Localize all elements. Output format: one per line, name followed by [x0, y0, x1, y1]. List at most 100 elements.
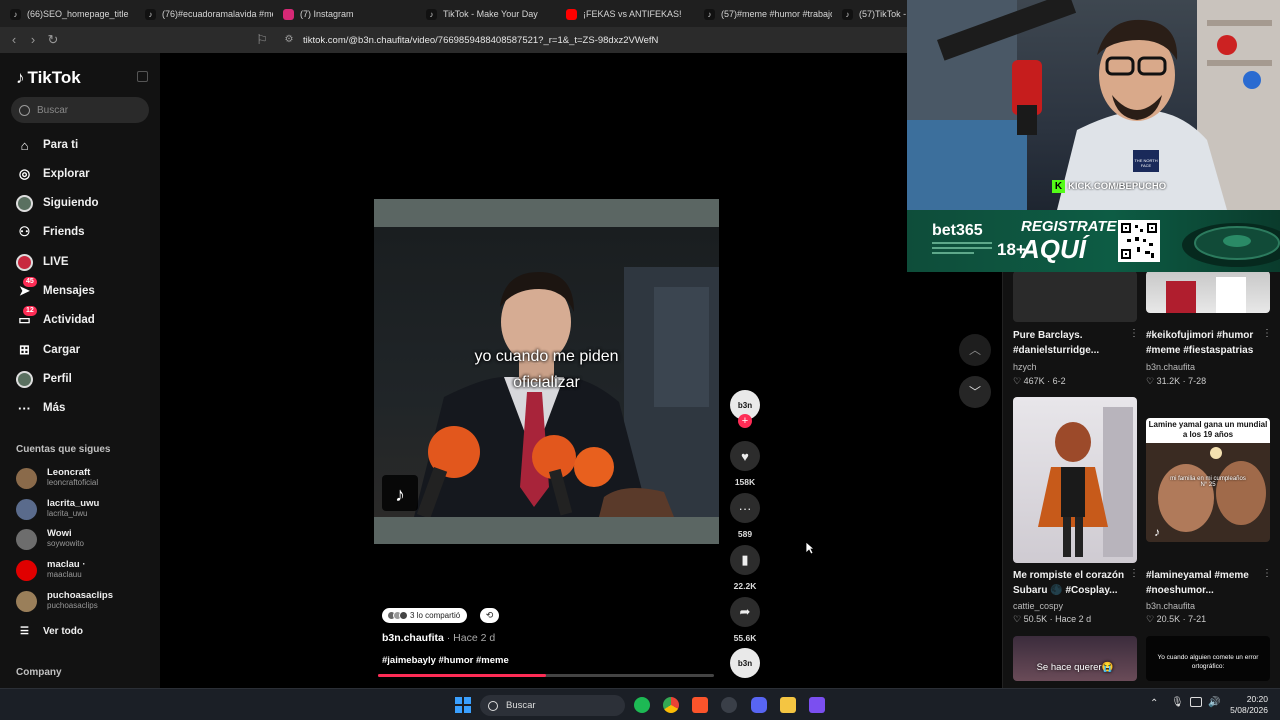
video-thumbnail[interactable]: Lamine yamal gana un mundial a los 19 añ… — [1146, 418, 1270, 542]
card-more-icon[interactable]: ⋮ — [1262, 568, 1272, 579]
account-name: Wowi — [47, 528, 72, 539]
see-all-button[interactable]: ☰ Ver todo — [16, 621, 83, 641]
windows-start-icon[interactable] — [455, 697, 471, 713]
browser-tab[interactable]: ♪ (66)SEO_homepage_title — [10, 4, 140, 24]
browser-tab[interactable]: ♪ TikTok - Make Your Day — [426, 4, 556, 24]
previous-video-chevron-up-icon[interactable]: ︿ — [959, 334, 991, 366]
card-user[interactable]: hzych — [1013, 362, 1037, 372]
tiktok-icon: ♪ — [426, 8, 437, 20]
brave-browser-icon[interactable] — [692, 697, 708, 713]
collapse-sidebar-icon[interactable] — [137, 71, 148, 82]
settings-gear-icon[interactable] — [721, 697, 737, 713]
card-more-icon[interactable]: ⋮ — [1262, 328, 1272, 339]
thumbnail-caption: Yo cuando alguien comete un error ortogr… — [1157, 654, 1259, 670]
share-count: 55.6K — [733, 633, 757, 643]
card-user[interactable]: b3n.chaufita — [1146, 601, 1195, 611]
sidebar-item-siguiendo[interactable]: Siguiendo — [16, 193, 99, 213]
microphone-icon[interactable]: 🎙 — [1171, 697, 1184, 708]
qr-code-icon — [1118, 220, 1160, 262]
account-name: puchoasaclips — [47, 590, 113, 601]
sidebar-item-live[interactable]: LIVE — [16, 252, 69, 272]
company-link[interactable]: Company — [16, 667, 62, 678]
back-icon[interactable]: ‹ — [6, 32, 22, 48]
card-user[interactable]: b3n.chaufita — [1146, 362, 1195, 372]
search-placeholder: Buscar — [37, 104, 69, 116]
chevron-up-icon[interactable]: ⌃ — [1150, 698, 1158, 709]
video-player[interactable]: ♪ yo cuando me piden oficializar — [374, 199, 719, 544]
card-title[interactable]: Me rompiste el corazón Subaru 🌑 #Cosplay… — [1013, 568, 1128, 598]
followed-account[interactable]: maclau · maaclauu — [16, 558, 86, 582]
followed-account[interactable]: lacrita_uwu lacrita_uwu — [16, 497, 99, 521]
save-button[interactable]: ▮ 22.2K — [730, 545, 760, 591]
site-info-icon[interactable]: ⚙ — [281, 32, 297, 48]
kick-url: KICK.COM/BEPUCHO — [1068, 181, 1167, 192]
sidebar-item-m-s[interactable]: ··· Más — [16, 398, 65, 418]
sound-avatar-button[interactable]: b3n — [730, 648, 760, 678]
video-thumbnail[interactable]: Se hace querer😭 — [1013, 636, 1137, 681]
video-thumbnail[interactable] — [1013, 397, 1137, 563]
card-more-icon[interactable]: ⋮ — [1129, 568, 1139, 579]
browser-tab-title: (66)SEO_homepage_title — [27, 9, 129, 19]
search-input[interactable]: Buscar — [11, 97, 149, 123]
volume-icon[interactable]: 🔊 — [1208, 697, 1220, 708]
browser-tab[interactable]: ¡FEKAS vs ANTIFEKAS! — [566, 4, 694, 24]
reload-icon[interactable]: ↻ — [45, 32, 61, 48]
video-thumbnail[interactable] — [1146, 271, 1270, 313]
tiktok-icon: ♪ — [10, 8, 21, 20]
home-icon: ⌂ — [20, 137, 29, 153]
card-user[interactable]: cattie_cospy — [1013, 601, 1063, 611]
spotify-icon[interactable] — [634, 697, 650, 713]
file-explorer-icon[interactable] — [780, 697, 796, 713]
followed-account[interactable]: Wowi soywowito — [16, 527, 84, 551]
sidebar-item-label: Explorar — [43, 168, 90, 180]
share-button[interactable]: ➦ 55.6K — [730, 597, 760, 643]
account-name: Leoncraft — [47, 467, 91, 478]
app-grid-icon[interactable] — [809, 697, 825, 713]
sidebar-item-explorar[interactable]: ◎ Explorar — [16, 164, 90, 184]
display-icon[interactable] — [1190, 697, 1202, 707]
repost-icon[interactable]: ⟲ — [480, 608, 499, 623]
card-title[interactable]: Pure Barclays. #danielsturridge... — [1013, 328, 1128, 358]
followed-account[interactable]: Leoncraft leoncraftoficial — [16, 466, 98, 490]
url-field[interactable]: tiktok.com/@b3n.chaufita/video/766985948… — [303, 35, 658, 46]
taskbar-search-input[interactable]: Buscar — [480, 695, 625, 716]
like-button[interactable]: ♥ 158K — [730, 441, 760, 487]
card-title[interactable]: #keikofujimori #humor #meme #fiestaspatr… — [1146, 328, 1264, 358]
browser-tab[interactable]: ♪ (57)TikTok - — [842, 4, 912, 24]
comment-button[interactable]: ··· 589 — [730, 493, 760, 539]
search-icon — [488, 700, 498, 711]
browser-tab[interactable]: (7) Instagram — [283, 4, 418, 24]
video-author[interactable]: b3n.chaufita · Hace 2 d — [382, 632, 495, 644]
tiktok-icon: ♪ — [704, 8, 715, 20]
thumbnail-caption: Se hace querer😭 — [1036, 662, 1114, 673]
video-hashtags[interactable]: #jaimebayly #humor #meme — [382, 655, 509, 666]
shared-by-chip[interactable]: 3 lo compartió — [382, 608, 468, 623]
sidebar-item-friends[interactable]: ⚇ Friends — [16, 222, 85, 242]
video-thumbnail[interactable]: Yo cuando alguien comete un error ortogr… — [1146, 636, 1270, 681]
card-more-icon[interactable]: ⋮ — [1129, 328, 1139, 339]
sidebar-item-mensajes[interactable]: ➤ 45 Mensajes — [16, 276, 95, 301]
video-thumbnail[interactable] — [1013, 271, 1137, 322]
followed-account[interactable]: puchoasaclips puchoasaclips — [16, 589, 113, 613]
sidebar-item-perfil[interactable]: Perfil — [16, 369, 72, 389]
sidebar-item-actividad[interactable]: ▭ 12 Actividad — [16, 305, 95, 330]
next-video-chevron-down-icon[interactable]: ﹀ — [959, 376, 991, 408]
sidebar-item-cargar[interactable]: ⊞ Cargar — [16, 340, 80, 360]
friends-icon: ⚇ — [18, 224, 31, 239]
bookmark-icon[interactable]: ⚐ — [254, 32, 270, 48]
card-title[interactable]: #lamineyamal #meme #noeshumor... — [1146, 568, 1264, 598]
sidebar-item-para-ti[interactable]: ⌂ Para ti — [16, 135, 79, 155]
tiktok-logo[interactable]: ♪ TikTok — [16, 68, 81, 88]
forward-icon[interactable]: › — [25, 32, 41, 48]
sidebar-item-label: Friends — [43, 226, 85, 238]
browser-tab[interactable]: ♪ (57)#meme #humor #trabajo — [704, 4, 832, 24]
follow-plus-icon[interactable]: + — [738, 414, 752, 428]
chrome-icon[interactable] — [663, 697, 679, 713]
video-progress-bar[interactable] — [378, 674, 714, 677]
author-avatar-button[interactable]: b3n + — [730, 390, 760, 428]
discord-icon[interactable] — [751, 697, 767, 713]
system-clock[interactable]: 20:20 5/08/2026 — [1230, 694, 1268, 716]
ad-cta-line2: AQUÍ — [1021, 234, 1086, 264]
following-section-title: Cuentas que sigues — [16, 444, 111, 455]
browser-tab[interactable]: ♪ (76)#ecuadoramalavida #med — [145, 4, 273, 24]
